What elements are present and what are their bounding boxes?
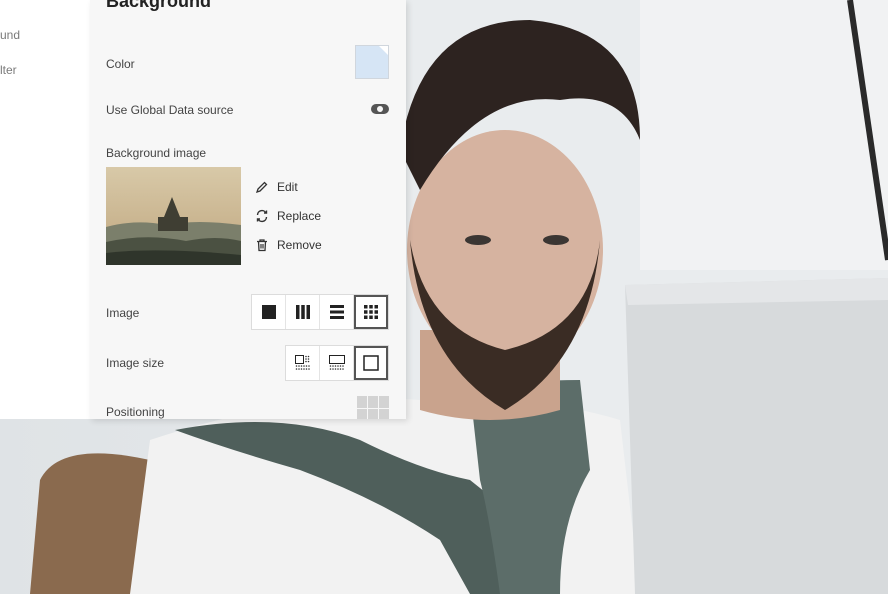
edit-image-action[interactable]: Edit [255,180,298,194]
remove-image-action[interactable]: Remove [255,238,322,252]
fill-icon [261,305,276,319]
grid-size-icon [294,355,311,371]
remove-image-label: Remove [277,238,322,252]
nav-item-background[interactable]: und [0,28,20,42]
background-settings-panel: Background Color Use Global Data source … [90,0,406,419]
position-cell[interactable] [357,396,367,408]
left-nav: und lter [0,0,91,419]
image-mode-rows-button[interactable] [320,295,354,329]
color-label: Color [106,57,135,71]
image-mode-tile-button[interactable] [354,295,388,329]
color-swatch[interactable] [355,45,389,79]
original-size-icon [363,355,379,371]
image-mode-fill-button[interactable] [252,295,286,329]
image-mode-columns-button[interactable] [286,295,320,329]
position-cell[interactable] [368,396,378,408]
nav-item-filter[interactable]: lter [0,63,17,77]
replace-image-action[interactable]: Replace [255,209,321,223]
positioning-label: Positioning [106,405,165,419]
replace-icon [255,209,269,223]
trash-icon [255,238,269,252]
image-size-grid-button[interactable] [286,346,320,380]
global-data-label: Use Global Data source [106,103,234,117]
image-size-fit-width-button[interactable] [320,346,354,380]
fit-width-icon [328,355,345,371]
pencil-icon [255,180,269,194]
columns-icon [295,305,310,319]
panel-title: Background [106,0,212,11]
image-size-selector [285,345,389,381]
background-image-label: Background image [106,146,207,160]
position-cell[interactable] [379,396,389,408]
image-size-original-button[interactable] [354,346,388,380]
position-cell[interactable] [379,408,389,419]
image-size-label: Image size [106,356,165,370]
positioning-grid[interactable] [357,396,389,419]
tile-icon [364,305,378,319]
image-mode-selector [251,294,389,330]
edit-image-label: Edit [277,180,298,194]
editor-canvas: und lter Background Color Use Global Dat… [0,0,888,594]
image-mode-label: Image [106,306,140,320]
position-cell[interactable] [368,408,378,419]
global-data-toggle[interactable] [371,104,389,114]
position-cell[interactable] [357,408,367,419]
replace-image-label: Replace [277,209,322,223]
rows-icon [329,305,344,319]
background-image-thumbnail[interactable] [106,167,241,265]
